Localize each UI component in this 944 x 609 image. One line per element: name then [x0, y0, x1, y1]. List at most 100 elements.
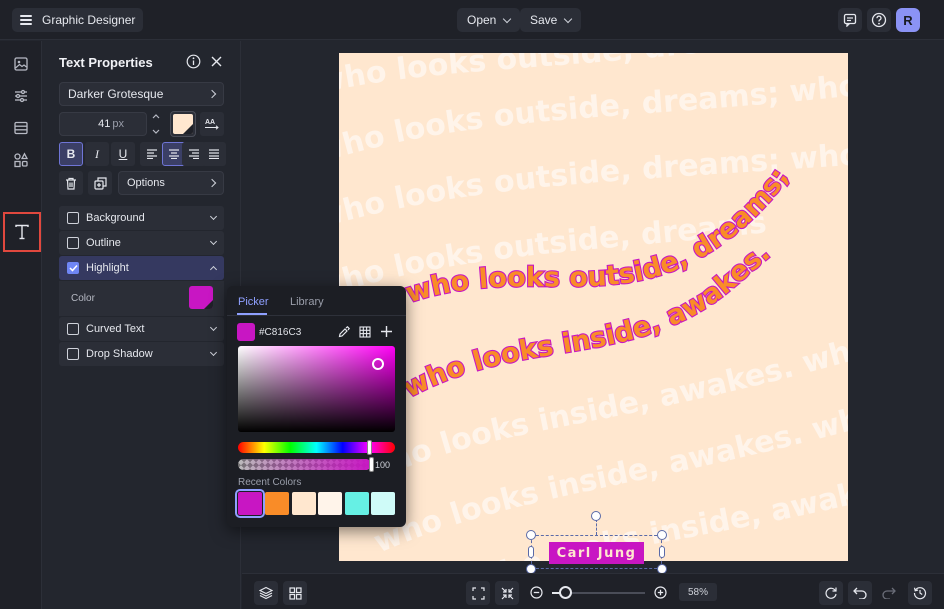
resize-handle[interactable] [659, 546, 665, 558]
recent-color-swatch[interactable] [371, 492, 395, 515]
design-artboard[interactable]: who looks outside, dreams; who looks out… [339, 53, 848, 561]
bold-button[interactable]: B [59, 142, 83, 166]
svg-text:AA: AA [205, 119, 215, 126]
chevron-down-icon [564, 14, 573, 23]
help-button[interactable] [867, 8, 891, 32]
bottom-toolbar: 58% [242, 573, 944, 609]
tab-library[interactable]: Library [290, 296, 324, 308]
trash-icon [66, 177, 76, 190]
chat-icon [843, 13, 857, 27]
drop-shadow-checkbox[interactable] [67, 348, 79, 360]
background-checkbox[interactable] [67, 212, 79, 224]
background-icon [14, 121, 28, 135]
section-label: Curved Text [86, 323, 145, 335]
hex-value: #C816C3 [259, 326, 302, 338]
section-label: Drop Shadow [86, 348, 153, 360]
info-icon[interactable] [186, 54, 201, 69]
rail-backgrounds[interactable] [8, 115, 34, 141]
recent-color-swatch[interactable] [292, 492, 316, 515]
text-color-swatch[interactable] [170, 111, 196, 137]
italic-button[interactable]: I [85, 142, 109, 166]
eyedropper-icon[interactable] [338, 326, 350, 338]
alpha-handle[interactable] [369, 457, 374, 472]
align-center-icon [169, 149, 179, 159]
font-family-select[interactable]: Darker Grotesque [59, 82, 224, 106]
rail-text[interactable] [3, 212, 41, 252]
duplicate-icon [93, 176, 107, 190]
grid-icon[interactable] [359, 326, 371, 338]
recent-color-swatch[interactable] [265, 492, 289, 515]
align-justify-button[interactable] [202, 142, 226, 166]
redo-button[interactable] [877, 581, 901, 605]
rail-adjustments[interactable] [8, 83, 34, 109]
artwork: who looks outside, dreams; who looks out… [339, 53, 848, 561]
feedback-button[interactable] [838, 8, 862, 32]
outline-checkbox[interactable] [67, 237, 79, 249]
font-size-value: 41 [98, 118, 111, 130]
chevron-up-icon[interactable] [152, 113, 160, 119]
save-button[interactable]: Save [520, 8, 582, 32]
zoom-in-icon[interactable] [654, 586, 667, 599]
rail-elements[interactable] [8, 147, 34, 173]
section-label: Highlight [86, 262, 129, 274]
section-highlight[interactable]: Highlight [59, 256, 224, 280]
zoom-slider-handle[interactable] [559, 586, 572, 599]
shrink-button[interactable] [495, 581, 519, 605]
chevron-down-icon[interactable] [152, 129, 160, 135]
redo-icon [882, 587, 896, 599]
sliders-icon [15, 89, 27, 103]
zoom-out-icon[interactable] [530, 586, 543, 599]
color-picker-popover: Picker Library #C816C3 100 Recent Colors [227, 286, 406, 527]
rotate-handle[interactable] [591, 511, 601, 521]
hue-handle[interactable] [367, 440, 372, 455]
hex-input[interactable]: #C816C3 [237, 323, 305, 341]
grid-view-button[interactable] [283, 581, 307, 605]
font-size-input[interactable]: 41 px [59, 112, 147, 136]
user-avatar[interactable]: R [896, 8, 920, 32]
sv-handle[interactable] [372, 358, 384, 370]
alpha-slider[interactable] [238, 459, 371, 470]
recent-color-swatch[interactable] [345, 492, 369, 515]
resize-handle[interactable] [528, 546, 534, 558]
highlight-checkbox[interactable] [67, 262, 79, 274]
history-button[interactable] [908, 581, 932, 605]
undo-icon [853, 587, 867, 599]
underline-button[interactable]: U [111, 142, 135, 166]
history-icon [913, 587, 927, 600]
undo-button[interactable] [848, 581, 872, 605]
curved-text-checkbox[interactable] [67, 323, 79, 335]
delete-button[interactable] [59, 171, 83, 195]
highlight-color-swatch[interactable] [189, 286, 213, 309]
section-curved-text[interactable]: Curved Text [59, 317, 224, 341]
saturation-value-field[interactable] [238, 346, 395, 432]
options-button[interactable]: Options [118, 171, 224, 195]
recent-color-swatch[interactable] [318, 492, 342, 515]
open-button[interactable]: Open [457, 8, 521, 32]
fit-screen-button[interactable] [466, 581, 490, 605]
app-title: Graphic Designer [42, 13, 136, 27]
resize-handle[interactable] [526, 530, 536, 540]
chevron-down-icon [503, 14, 512, 23]
redo-all-button[interactable] [819, 581, 843, 605]
image-icon [14, 57, 28, 71]
plus-icon[interactable] [380, 325, 393, 338]
tab-picker[interactable]: Picker [238, 296, 269, 308]
text-case-button[interactable]: AA [200, 112, 224, 136]
section-outline[interactable]: Outline [59, 231, 224, 255]
duplicate-button[interactable] [88, 171, 112, 195]
refresh-icon [825, 587, 837, 599]
layers-button[interactable] [254, 581, 278, 605]
signature-text[interactable]: Carl Jung [549, 542, 644, 564]
font-size-stepper[interactable] [150, 113, 162, 135]
resize-handle[interactable] [657, 530, 667, 540]
app-menu-button[interactable]: Graphic Designer [12, 8, 144, 32]
alpha-value: 100 [375, 460, 391, 470]
recent-color-swatch[interactable] [235, 489, 265, 518]
section-background[interactable]: Background [59, 206, 224, 230]
section-drop-shadow[interactable]: Drop Shadow [59, 342, 224, 366]
close-icon[interactable] [211, 56, 222, 67]
rail-images[interactable] [8, 51, 34, 77]
text-properties-panel: Text Properties Darker Grotesque 41 px A… [42, 41, 241, 609]
align-left-button[interactable] [140, 142, 164, 166]
zoom-level[interactable]: 58% [679, 583, 717, 601]
